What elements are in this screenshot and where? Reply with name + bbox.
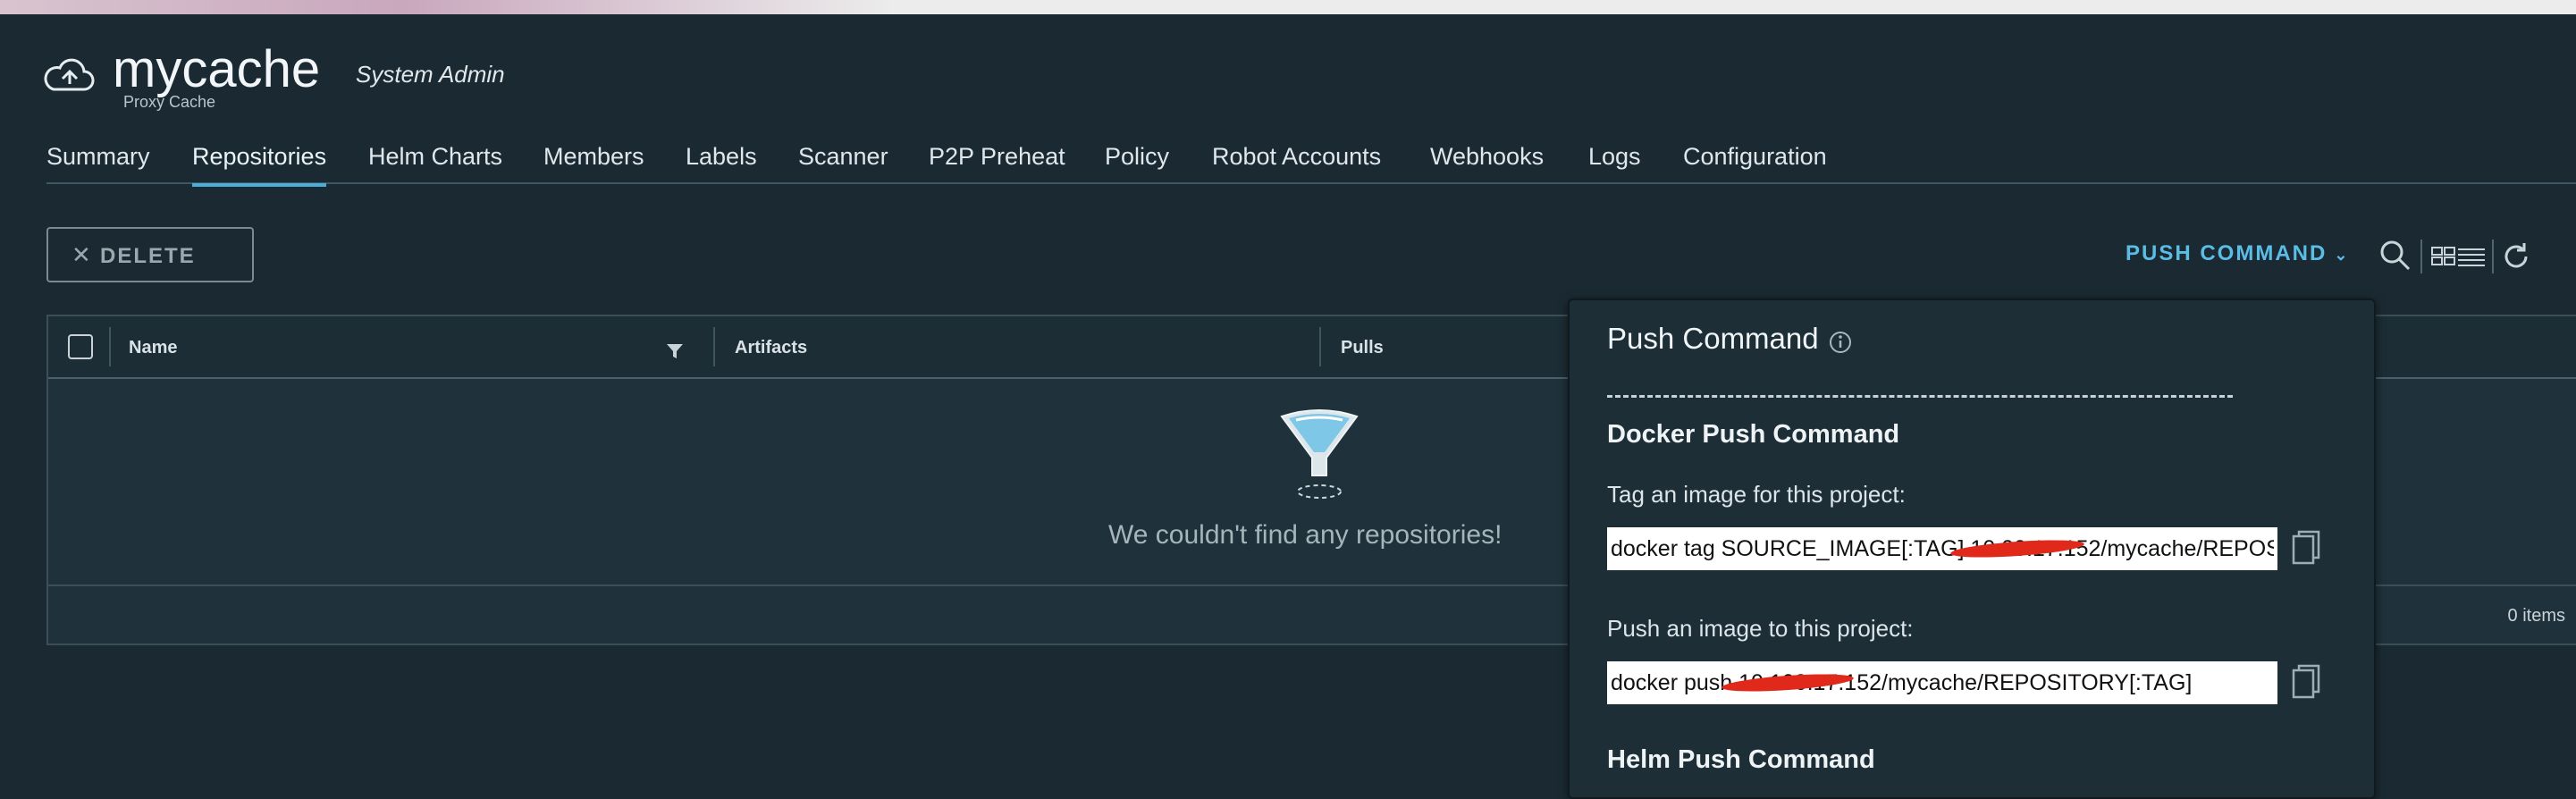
items-count: 0 items (2507, 606, 2565, 626)
tab-labels[interactable]: Labels (686, 143, 757, 171)
copy-icon[interactable] (2290, 529, 2322, 568)
column-header-pulls[interactable]: Pulls (1341, 338, 1384, 358)
column-header-name[interactable]: Name (129, 338, 177, 358)
toolbar-divider (2420, 240, 2422, 273)
search-icon[interactable] (2378, 238, 2413, 273)
project-subtitle: Proxy Cache (123, 93, 216, 111)
tab-robot-accounts[interactable]: Robot Accounts (1212, 143, 1381, 171)
push-command-label: PUSH COMMAND (2126, 241, 2328, 265)
tab-logs[interactable]: Logs (1588, 143, 1641, 171)
empty-state-message: We couldn't find any repositories! (1108, 520, 1503, 550)
tab-policy[interactable]: Policy (1105, 143, 1169, 171)
docker-tag-command-field[interactable] (1607, 527, 2277, 570)
select-all-checkbox[interactable] (68, 334, 93, 359)
push-image-label: Push an image to this project: (1607, 615, 1914, 642)
tab-configuration[interactable]: Configuration (1683, 143, 1827, 171)
tab-repositories[interactable]: Repositories (192, 143, 327, 187)
card-view-icon[interactable] (2431, 247, 2456, 266)
window-top-strip (0, 0, 2576, 14)
column-separator (1319, 327, 1321, 366)
tab-summary[interactable]: Summary (46, 143, 150, 171)
toolbar-divider (2492, 240, 2494, 273)
docker-push-command-field[interactable] (1607, 661, 2277, 704)
column-separator (713, 327, 715, 366)
docker-push-title: Docker Push Command (1607, 420, 1900, 449)
delete-button[interactable]: ✕ DELETE (46, 227, 254, 282)
project-tabs: Summary Repositories Helm Charts Members… (46, 127, 2576, 187)
window-top-glow (0, 0, 894, 14)
chevron-down-icon: ⌄ (2334, 246, 2350, 264)
popover-divider (1607, 395, 2233, 398)
tab-scanner[interactable]: Scanner (798, 143, 888, 171)
tab-helm-charts[interactable]: Helm Charts (368, 143, 502, 171)
tab-members[interactable]: Members (543, 143, 644, 171)
list-view-icon[interactable] (2458, 247, 2485, 266)
close-icon: ✕ (72, 241, 93, 268)
user-role: System Admin (356, 61, 505, 88)
helm-push-title: Helm Push Command (1607, 745, 1875, 774)
popover-title: Push Command (1607, 322, 1819, 355)
project-title: mycache (113, 40, 321, 98)
column-header-artifacts[interactable]: Artifacts (735, 338, 807, 358)
info-icon[interactable] (1829, 331, 1852, 354)
app-area: mycache System Admin Proxy Cache Summary… (0, 14, 2576, 799)
tab-webhooks[interactable]: Webhooks (1430, 143, 1544, 171)
empty-filter-funnel-icon (1280, 409, 1359, 499)
copy-icon[interactable] (2290, 663, 2322, 702)
push-command-popover: Push Command Docker Push Command Tag an … (1568, 299, 2376, 799)
delete-button-label: DELETE (100, 244, 196, 268)
filter-icon[interactable] (665, 341, 685, 361)
tag-image-label: Tag an image for this project: (1607, 481, 1906, 508)
column-separator (109, 327, 111, 366)
tab-p2p-preheat[interactable]: P2P Preheat (929, 143, 1065, 171)
push-command-dropdown[interactable]: PUSH COMMAND ⌄ (2126, 241, 2349, 266)
cloud-cache-icon (44, 58, 95, 91)
refresh-icon[interactable] (2501, 241, 2531, 272)
